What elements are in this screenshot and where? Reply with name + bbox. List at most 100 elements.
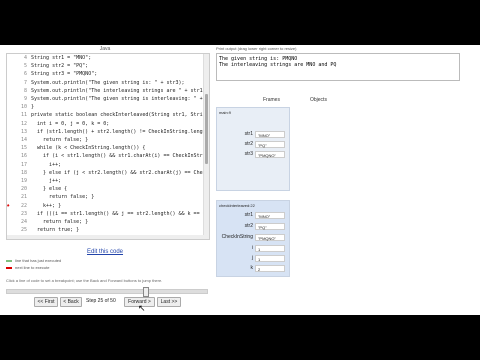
code-text: return false; } — [31, 137, 89, 143]
code-text: } else { — [31, 186, 68, 193]
code-text: return false; } — [31, 219, 89, 225]
breakpoint-hint: Click a line of code to set a breakpoint… — [6, 278, 163, 283]
language-label: Java — [99, 46, 111, 52]
line-number[interactable]: 10 — [7, 103, 27, 111]
code-text: String str2 = "PQ"; — [31, 63, 89, 70]
code-text: System.out.println("The given string is:… — [31, 79, 185, 86]
objects-header: Objects — [310, 97, 327, 103]
code-editor[interactable]: 4 String str1 = "MNO"; 5 String str2 = "PQ"… — [6, 53, 210, 240]
code-text: if (str1.length() + str2.length() != Che… — [31, 128, 209, 135]
code-scroll-thumb[interactable] — [205, 94, 208, 164]
stack-frame-main: main:9 str1 "MNO" str2 "PQ" str3 "PMQNO" — [216, 107, 290, 191]
code-text: while (k < CheckInString.length()) { — [31, 145, 146, 152]
code-text: String str1 = "MNO"; — [31, 55, 92, 61]
code-text: return true; } — [31, 227, 80, 234]
code-text: k++; } — [31, 202, 62, 209]
line-number[interactable]: 12 — [7, 120, 27, 128]
line-number[interactable]: 14 — [7, 136, 27, 144]
code-panel: Java 4 String str1 = "MNO"; 5 String str2 =… — [0, 45, 210, 240]
frame-variable: k 2 — [217, 264, 289, 273]
code-text: j++; — [31, 178, 62, 184]
legend-executed: line that has just executed — [6, 258, 61, 263]
line-number[interactable]: 23 — [7, 210, 27, 218]
line-number[interactable]: 11 — [7, 111, 27, 119]
frame-name: main:9 — [219, 110, 232, 115]
line-number[interactable]: 8 — [7, 87, 27, 95]
frames-header: Frames — [263, 97, 280, 103]
code-text: System.out.println("The given string is … — [31, 96, 210, 102]
code-text: if (i < str1.length() && str1.charAt(i) … — [31, 153, 210, 160]
code-text: int i = 0, j = 0, k = 0; — [31, 120, 110, 127]
line-number[interactable]: 5 — [7, 62, 27, 70]
line-number[interactable]: 19 — [7, 177, 27, 185]
step-counter: Step 25 of 50 — [86, 298, 116, 304]
frame-variable: i 1 — [217, 244, 289, 253]
step-slider-handle[interactable] — [143, 287, 149, 297]
frame-variable: str2 "PQ" — [217, 140, 289, 149]
variable-name: str2 — [244, 223, 253, 229]
line-number[interactable]: 17 — [7, 161, 27, 169]
print-output-box[interactable]: The given string is: PMQNO The interleav… — [216, 53, 460, 81]
variable-value: "MNO" — [255, 212, 285, 219]
variable-value: "PQ" — [255, 223, 285, 230]
last-button[interactable]: Last >> — [157, 297, 181, 307]
code-text: i++; — [31, 161, 62, 168]
line-number[interactable]: 25 — [7, 226, 27, 234]
code-text: if (((i == str1.length() && j == str2.le… — [31, 210, 209, 217]
stack-frame-checkinterleaved: checkInterleaved:22 str1 "MNO" str2 "PQ"… — [216, 200, 290, 277]
code-text: System.out.println("The interleaving str… — [31, 87, 209, 94]
code-horizontal-scrollbar[interactable] — [7, 235, 204, 239]
frame-variable: str2 "PQ" — [217, 222, 289, 231]
code-text: String str3 = "PMQNO"; — [31, 71, 98, 78]
line-number[interactable]: 22 — [7, 202, 27, 210]
variable-value: "PQ" — [255, 141, 285, 148]
variable-name: k — [250, 265, 254, 271]
executed-arrow-icon — [6, 259, 12, 262]
frame-name: checkInterleaved:22 — [219, 203, 255, 208]
line-number[interactable]: 4 — [7, 54, 27, 62]
variable-name: str1 — [244, 212, 253, 218]
code-text: private static boolean checkInterleaved(… — [31, 112, 210, 119]
first-button[interactable]: << First — [34, 297, 58, 307]
line-number[interactable]: 15 — [7, 144, 27, 152]
variable-name: str3 — [244, 151, 253, 157]
step-slider[interactable] — [6, 287, 208, 297]
variable-value: "MNO" — [255, 131, 285, 138]
print-output-label: Print output (drag lower right corner to… — [216, 46, 297, 51]
line-number[interactable]: 6 — [7, 70, 27, 78]
code-vertical-scrollbar[interactable] — [203, 54, 209, 239]
legend-next: next line to execute — [6, 265, 49, 270]
output-line: The interleaving strings are MNO and PQ — [219, 62, 337, 68]
next-arrow-icon — [6, 266, 12, 269]
variable-name: j — [251, 255, 253, 261]
line-number[interactable]: 20 — [7, 185, 27, 193]
line-number[interactable]: 18 — [7, 169, 27, 177]
back-button[interactable]: < Back — [60, 297, 82, 307]
frame-variable: str1 "MNO" — [217, 211, 289, 220]
variable-name: CheckInString — [221, 234, 253, 240]
line-number[interactable]: 13 — [7, 128, 27, 136]
line-number[interactable]: 7 — [7, 79, 27, 87]
next-line-arrow-icon: ➔ — [7, 201, 10, 210]
code-text: return false; } — [31, 194, 95, 201]
edit-code-link[interactable]: Edit this code — [0, 249, 210, 255]
legend-executed-label: line that has just executed — [15, 258, 62, 263]
variable-value: 1 — [255, 245, 285, 252]
line-number[interactable]: 9 — [7, 95, 27, 103]
pythontutor-visualizer: Java 4 String str1 = "MNO"; 5 String str2 =… — [0, 45, 480, 315]
variable-value: 2 — [255, 265, 285, 272]
mouse-cursor-icon: ↖ — [138, 303, 146, 313]
code-text: } — [31, 104, 35, 111]
frame-variable: CheckInString "PMQNO" — [217, 233, 289, 242]
line-number[interactable]: 21 — [7, 193, 27, 201]
variable-name: i — [251, 245, 253, 251]
variable-value: 1 — [255, 255, 285, 262]
navigation-bar: << First < Back Step 25 of 50 Forward > … — [34, 297, 234, 307]
code-text: } else if (j < str2.length() && str2.cha… — [31, 169, 210, 176]
variable-name: str1 — [244, 131, 253, 137]
line-number[interactable]: 16 — [7, 152, 27, 160]
variable-value: "PMQNO" — [255, 234, 285, 241]
legend-next-label: next line to execute — [15, 265, 50, 270]
line-number[interactable]: 24 — [7, 218, 27, 226]
variable-name: str2 — [244, 141, 253, 147]
